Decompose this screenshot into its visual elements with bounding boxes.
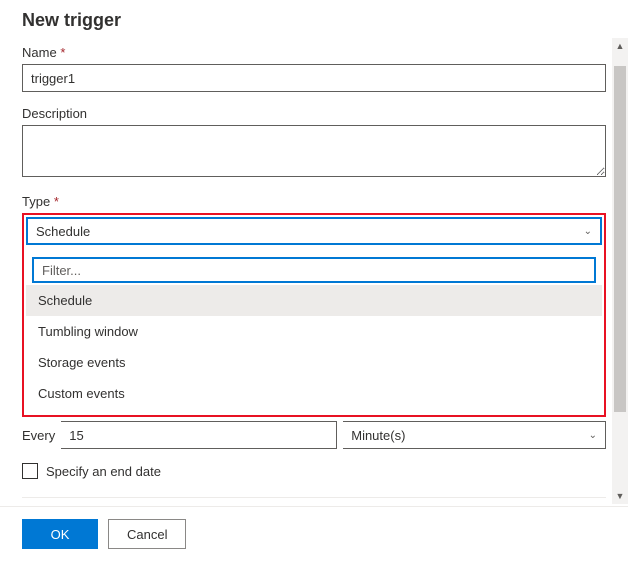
name-input[interactable] [22, 64, 606, 92]
description-input[interactable] [22, 125, 606, 177]
annotations-header: Annotations [22, 497, 606, 506]
type-option-tumbling-window[interactable]: Tumbling window [26, 316, 602, 347]
type-option-schedule[interactable]: Schedule [26, 285, 602, 316]
footer: OK Cancel [0, 506, 628, 561]
end-date-checkbox[interactable] [22, 463, 38, 479]
scroll-thumb[interactable] [614, 66, 626, 412]
cancel-button[interactable]: Cancel [108, 519, 186, 549]
type-label: Type * [22, 194, 606, 209]
chevron-down-icon: ⌄ [584, 226, 592, 237]
scroll-up-icon[interactable]: ▲ [612, 38, 628, 54]
description-label: Description [22, 106, 606, 121]
scrollbar[interactable]: ▲ ▼ [612, 38, 628, 504]
scroll-down-icon[interactable]: ▼ [612, 488, 628, 504]
ok-button[interactable]: OK [22, 519, 98, 549]
type-option-storage-events[interactable]: Storage events [26, 347, 602, 378]
name-label: Name * [22, 45, 606, 60]
type-option-custom-events[interactable]: Custom events [26, 378, 602, 409]
type-selected-value: Schedule [36, 224, 90, 239]
type-dropdown-panel: Schedule Tumbling window Storage events … [26, 251, 602, 409]
page-title: New trigger [22, 10, 606, 31]
recurrence-unit-select[interactable]: Minute(s) ⌄ [343, 421, 606, 449]
recurrence-value-input[interactable]: 15 [61, 421, 337, 449]
recurrence-label: Every [22, 428, 55, 443]
type-filter-input[interactable] [32, 257, 596, 283]
type-dropdown-region: Schedule ⌄ Schedule Tumbling window Stor… [22, 213, 606, 417]
end-date-label: Specify an end date [46, 464, 161, 479]
type-select[interactable]: Schedule ⌄ [26, 217, 602, 245]
chevron-down-icon: ⌄ [589, 430, 597, 441]
recurrence-row: Every 15 Minute(s) ⌄ [22, 421, 606, 449]
